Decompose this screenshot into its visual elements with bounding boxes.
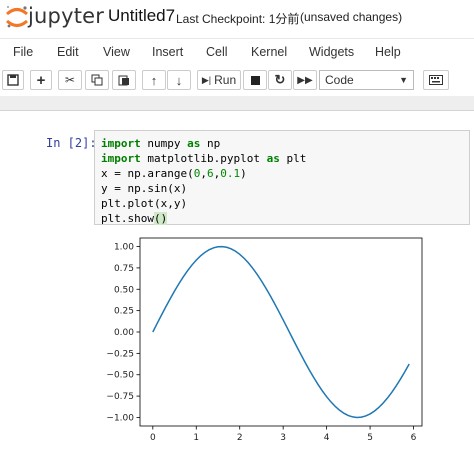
save-button[interactable] bbox=[2, 70, 24, 90]
menu-widgets[interactable]: Widgets bbox=[309, 45, 354, 59]
interrupt-kernel-button[interactable] bbox=[243, 70, 267, 90]
jupyter-logo-text[interactable]: jupyter bbox=[28, 4, 104, 28]
jupyter-logo-icon[interactable] bbox=[4, 4, 30, 30]
save-icon bbox=[7, 74, 19, 86]
notebook-header: jupyter Untitled7 Last Checkpoint: 1分前 (… bbox=[0, 0, 474, 36]
restart-icon: ↻ bbox=[274, 72, 286, 87]
run-button[interactable]: ▶| Run bbox=[197, 70, 241, 90]
x-tick-label: 4 bbox=[324, 433, 330, 443]
notebook-container-divider bbox=[0, 96, 474, 111]
x-tick-label: 3 bbox=[280, 433, 286, 443]
y-tick-label: −0.25 bbox=[106, 349, 134, 359]
fast-forward-icon: ▶▶ bbox=[297, 74, 313, 86]
keyboard-icon bbox=[429, 75, 443, 85]
restart-kernel-button[interactable]: ↻ bbox=[268, 70, 292, 90]
code-line: plt.show() bbox=[101, 212, 168, 225]
code-line: plt.plot(x,y) bbox=[101, 197, 188, 210]
move-up-button[interactable]: ↑ bbox=[142, 70, 166, 90]
add-cell-button[interactable]: + bbox=[30, 70, 52, 90]
chevron-down-icon: ▼ bbox=[399, 75, 408, 85]
copy-button[interactable] bbox=[85, 70, 109, 90]
move-down-icon: ↓ bbox=[175, 72, 183, 88]
code-line: import numpy as np bbox=[101, 137, 221, 150]
menu-kernel[interactable]: Kernel bbox=[251, 45, 287, 59]
notebook-title[interactable]: Untitled7 bbox=[108, 6, 175, 26]
y-tick-label: 1.00 bbox=[114, 243, 134, 253]
plot-axes-frame bbox=[139, 237, 423, 427]
menu-help[interactable]: Help bbox=[375, 45, 401, 59]
x-tick-label: 1 bbox=[193, 433, 199, 443]
x-tick-label: 2 bbox=[237, 433, 243, 443]
y-tick-label: 0.00 bbox=[114, 328, 134, 338]
y-tick-label: 0.25 bbox=[114, 307, 134, 317]
cut-icon: ✂ bbox=[64, 73, 76, 87]
code-text[interactable]: import numpy as np import matplotlib.pyp… bbox=[101, 136, 306, 226]
x-tick-label: 5 bbox=[367, 433, 373, 443]
restart-run-all-button[interactable]: ▶▶ bbox=[293, 70, 317, 90]
y-tick-label: −0.75 bbox=[106, 392, 134, 402]
x-tick-label: 0 bbox=[150, 433, 156, 443]
menu-insert[interactable]: Insert bbox=[152, 45, 183, 59]
y-tick-label: −0.50 bbox=[106, 371, 134, 381]
move-down-button[interactable]: ↓ bbox=[167, 70, 191, 90]
checkpoint-status: Last Checkpoint: 1分前 bbox=[176, 12, 300, 26]
code-line: import matplotlib.pyplot as plt bbox=[101, 152, 307, 165]
output-plot: 0 1 2 3 4 5 6 1.00 0.75 0.50 0.25 0.00 −0.25 −0.50 −0.… bbox=[106, 237, 423, 443]
copy-icon bbox=[91, 74, 103, 86]
menu-file[interactable]: File bbox=[13, 45, 33, 59]
code-cell-editor[interactable]: import numpy as np import matplotlib.pyp… bbox=[94, 130, 470, 225]
x-tick-label: 6 bbox=[411, 433, 417, 443]
paste-button[interactable] bbox=[112, 70, 136, 90]
cell-type-value: Code bbox=[325, 73, 354, 87]
menu-bar: File Edit View Insert Cell Kernel Widget… bbox=[0, 38, 474, 65]
y-tick-label: 0.75 bbox=[114, 264, 134, 274]
paste-icon bbox=[118, 75, 129, 86]
toolbar: + ✂ ↑ ↓ ▶| Run ↻ ▶▶ Code ▼ bbox=[0, 66, 474, 97]
add-cell-icon: + bbox=[36, 71, 46, 89]
y-tick-label: −1.00 bbox=[106, 413, 134, 423]
cell-type-select[interactable]: Code ▼ bbox=[319, 70, 414, 90]
command-palette-button[interactable] bbox=[423, 70, 449, 90]
run-label: Run bbox=[214, 73, 237, 87]
y-tick-label: 0.50 bbox=[114, 285, 134, 295]
move-up-icon: ↑ bbox=[150, 72, 158, 88]
input-prompt: In [2]: bbox=[46, 136, 97, 150]
unsaved-changes-indicator: (unsaved changes) bbox=[300, 10, 403, 24]
menu-edit[interactable]: Edit bbox=[57, 45, 79, 59]
run-icon: ▶| bbox=[201, 74, 212, 85]
menu-view[interactable]: View bbox=[103, 45, 130, 59]
code-line: x = np.arange(0,6,0.1) bbox=[101, 167, 247, 180]
stop-icon bbox=[250, 75, 260, 85]
code-line: y = np.sin(x) bbox=[101, 182, 188, 195]
cut-button[interactable]: ✂ bbox=[58, 70, 82, 90]
menu-cell[interactable]: Cell bbox=[206, 45, 228, 59]
